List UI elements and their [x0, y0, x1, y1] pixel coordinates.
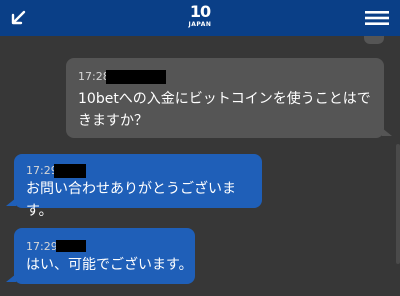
redacted-sender [56, 240, 86, 252]
message-time: 17:29 [26, 164, 58, 177]
minimize-arrow-icon [11, 10, 26, 25]
hamburger-menu-icon [365, 11, 389, 25]
logo-mark: 10 [189, 2, 211, 21]
incoming-message: 17:28 10betへの入金にビットコインを使うことはできますか？ [66, 58, 392, 138]
outgoing-message: 17:29 はい、可能でございます。 [6, 228, 195, 284]
bubble-tail [382, 128, 392, 136]
menu-button[interactable] [364, 0, 390, 36]
redacted-sender [54, 164, 86, 178]
chat-scrollbar[interactable] [396, 144, 400, 264]
top-bar: 10 JAPAN [0, 0, 400, 36]
redacted-sender [106, 70, 166, 84]
outgoing-message: 17:29 お問い合わせありがとうございます。 [6, 154, 262, 219]
chat-transcript[interactable]: 17:28 10betへの入金にビットコインを使うことはできますか？ 17:29… [0, 36, 400, 296]
bubble-tail [6, 198, 16, 206]
logo-subtitle: JAPAN [188, 21, 212, 28]
message-time: 17:28 [78, 70, 110, 83]
brand-logo: 10 JAPAN [183, 3, 217, 33]
message-text: お問い合わせありがとうございます。 [26, 181, 236, 219]
message-text: はい、可能でございます。 [26, 257, 193, 273]
message-text: 10betへの入金にビットコインを使うことはできますか？ [78, 91, 371, 129]
bubble-tail [6, 274, 16, 282]
message-time: 17:29 [26, 240, 58, 253]
previous-message-edge [364, 36, 384, 44]
minimize-chat-button[interactable] [4, 0, 32, 36]
